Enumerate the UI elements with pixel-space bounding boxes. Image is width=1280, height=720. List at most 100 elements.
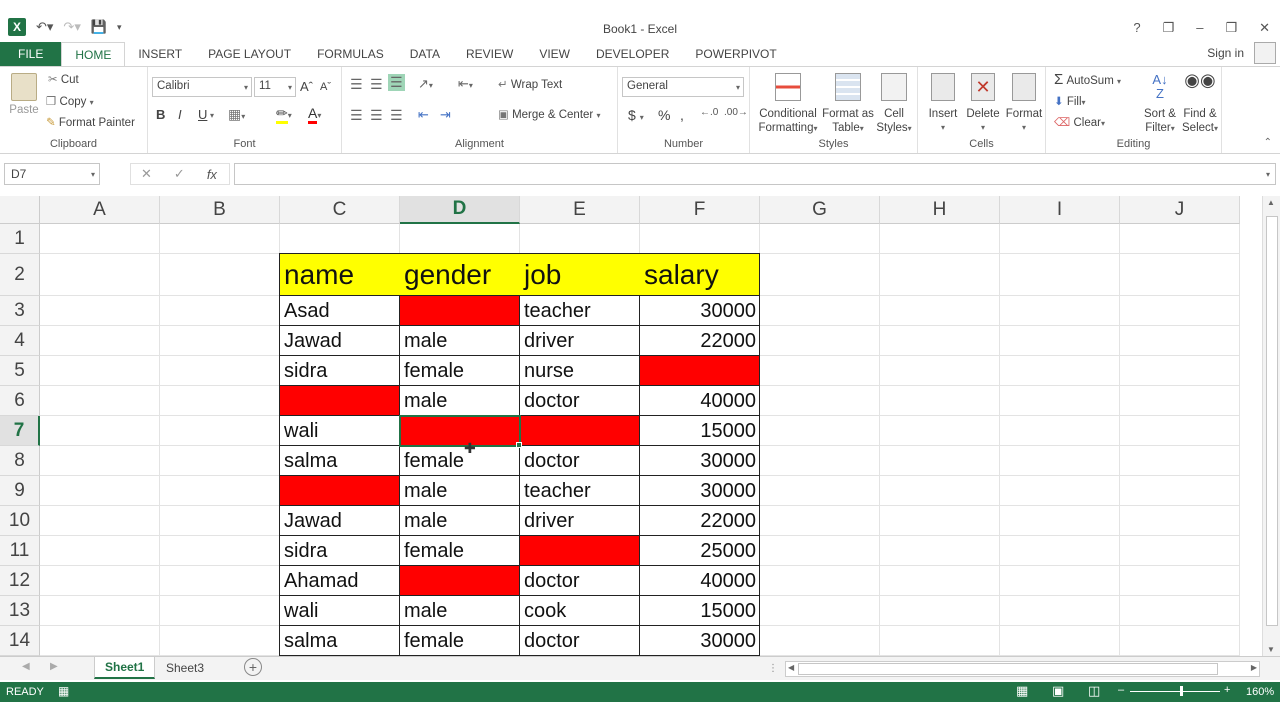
orientation-icon[interactable]: ↗▾	[418, 76, 433, 92]
row-header-11[interactable]: 11	[0, 536, 40, 566]
active-cell-selection[interactable]	[399, 415, 521, 447]
expand-formula-bar-icon[interactable]: ▾	[1266, 170, 1270, 179]
sign-in-link[interactable]: Sign in	[1207, 46, 1244, 60]
italic-button[interactable]: I	[178, 107, 182, 122]
font-size-dropdown[interactable]: 11 ▾	[254, 77, 296, 97]
number-format-dropdown[interactable]: General ▾	[622, 77, 744, 97]
merge-center-button[interactable]: ▣ Merge & Center ▾	[498, 107, 600, 121]
page-layout-view-icon[interactable]: ▣	[1052, 683, 1064, 699]
paste-button[interactable]: Paste	[8, 73, 40, 116]
worksheet-grid[interactable]: A B C D E F G H I J 1 2 3 4 5 6 7 8 9 10 11 12 13 14 name gender j…	[0, 196, 1280, 656]
underline-button[interactable]: U	[198, 107, 207, 122]
row-header-3[interactable]: 3	[0, 296, 40, 326]
row-header-1[interactable]: 1	[0, 224, 40, 254]
format-cells-button[interactable]: Format ▾	[1004, 73, 1044, 135]
percent-button[interactable]: %	[658, 107, 670, 123]
zoom-in-icon[interactable]: +	[1224, 684, 1230, 696]
macro-record-icon[interactable]: ▦	[58, 684, 69, 698]
fill-button[interactable]: ⬇ Fill▾	[1054, 94, 1086, 108]
tab-view[interactable]: VIEW	[526, 42, 583, 66]
decrease-decimal-icon[interactable]: .00→	[724, 107, 748, 118]
zoom-slider-thumb[interactable]	[1180, 686, 1183, 696]
ribbon-display-options-button[interactable]: ❐	[1163, 20, 1175, 36]
cut-button[interactable]: ✂ Cut	[48, 72, 79, 86]
vertical-scrollbar[interactable]: ▲ ▼	[1262, 196, 1280, 656]
restore-button[interactable]: ❒	[1225, 20, 1237, 36]
sheet-tab-sheet1[interactable]: Sheet1	[94, 657, 156, 679]
align-center-icon[interactable]: ☰	[370, 107, 383, 124]
column-header-h[interactable]: H	[880, 196, 1000, 224]
scroll-left-icon[interactable]: ◀	[788, 663, 794, 672]
row-header-5[interactable]: 5	[0, 356, 40, 386]
enter-icon[interactable]: ✓	[174, 166, 185, 182]
row-header-13[interactable]: 13	[0, 596, 40, 626]
tab-data[interactable]: DATA	[397, 42, 453, 66]
column-header-f[interactable]: F	[640, 196, 760, 224]
conditional-formatting-button[interactable]: Conditional Formatting▾	[756, 73, 820, 136]
row-header-2[interactable]: 2	[0, 254, 40, 296]
borders-icon[interactable]: ▦▾	[228, 106, 245, 123]
avatar[interactable]	[1254, 42, 1276, 64]
find-select-button[interactable]: ◉◉ Find & Select▾	[1180, 71, 1220, 136]
middle-align-icon[interactable]: ☰	[370, 76, 383, 93]
select-all-button[interactable]	[0, 196, 40, 224]
text-direction-icon[interactable]: ⇤▾	[458, 76, 473, 92]
normal-view-icon[interactable]: ▦	[1016, 683, 1028, 699]
row-header-8[interactable]: 8	[0, 446, 40, 476]
name-box[interactable]: D7 ▾	[4, 163, 100, 185]
new-sheet-icon[interactable]: +	[244, 658, 262, 676]
row-header-14[interactable]: 14	[0, 626, 40, 656]
fill-handle[interactable]	[516, 442, 522, 448]
bold-button[interactable]: B	[156, 107, 165, 122]
collapse-ribbon-icon[interactable]: ⌃	[1264, 137, 1272, 148]
row-header-6[interactable]: 6	[0, 386, 40, 416]
clear-button[interactable]: ⌫ Clear▾	[1054, 115, 1105, 129]
page-break-view-icon[interactable]: ◫	[1088, 683, 1100, 699]
delete-cells-button[interactable]: ✕ Delete ▾	[964, 73, 1002, 135]
bottom-align-icon[interactable]: ☰	[388, 74, 405, 91]
wrap-text-button[interactable]: ↵ Wrap Text	[498, 77, 562, 91]
increase-decimal-icon[interactable]: ←.0	[700, 107, 718, 118]
tab-developer[interactable]: DEVELOPER	[583, 42, 682, 66]
help-button[interactable]: ?	[1133, 20, 1140, 36]
sort-filter-button[interactable]: A↓ Z Sort & Filter▾	[1140, 73, 1180, 136]
horizontal-scroll-thumb[interactable]	[798, 663, 1218, 675]
minimize-button[interactable]: –	[1196, 20, 1203, 36]
cancel-icon[interactable]: ✕	[141, 166, 152, 182]
zoom-slider[interactable]	[1130, 686, 1220, 696]
insert-function-icon[interactable]: fx	[207, 167, 217, 182]
top-align-icon[interactable]: ☰	[350, 76, 363, 93]
decrease-indent-icon[interactable]: ⇤	[418, 107, 429, 123]
tab-review[interactable]: REVIEW	[453, 42, 526, 66]
formula-input[interactable]	[234, 163, 1276, 185]
fill-color-icon[interactable]: ✏▾	[276, 105, 292, 124]
horizontal-scrollbar[interactable]: ◀ ▶	[785, 661, 1260, 677]
row-header-12[interactable]: 12	[0, 566, 40, 596]
underline-dropdown-icon[interactable]: ▾	[210, 109, 214, 121]
next-sheet-icon[interactable]: ▶	[50, 661, 58, 672]
tab-home[interactable]: HOME	[61, 42, 126, 66]
tab-page-layout[interactable]: PAGE LAYOUT	[195, 42, 304, 66]
currency-button[interactable]: $ ▾	[628, 107, 644, 123]
prev-sheet-icon[interactable]: ◀	[22, 661, 30, 672]
format-as-table-button[interactable]: Format as Table▾	[822, 73, 874, 136]
sheet-tab-sheet3[interactable]: Sheet3	[156, 657, 214, 679]
autosum-button[interactable]: Σ AutoSum ▾	[1054, 71, 1121, 88]
scroll-down-icon[interactable]: ▼	[1267, 645, 1275, 654]
row-header-4[interactable]: 4	[0, 326, 40, 356]
tab-insert[interactable]: INSERT	[125, 42, 195, 66]
format-painter-button[interactable]: ✎ Format Painter	[46, 115, 135, 129]
align-left-icon[interactable]: ☰	[350, 107, 363, 124]
column-header-a[interactable]: A	[40, 196, 160, 224]
row-header-10[interactable]: 10	[0, 506, 40, 536]
column-header-j[interactable]: J	[1120, 196, 1240, 224]
scroll-right-icon[interactable]: ▶	[1251, 663, 1257, 672]
font-name-dropdown[interactable]: Calibri ▾	[152, 77, 252, 97]
column-header-e[interactable]: E	[520, 196, 640, 224]
column-header-i[interactable]: I	[1000, 196, 1120, 224]
grow-font-icon[interactable]: Aˆ	[300, 79, 313, 94]
comma-button[interactable]: ,	[680, 107, 684, 123]
row-header-9[interactable]: 9	[0, 476, 40, 506]
increase-indent-icon[interactable]: ⇥	[440, 107, 451, 123]
insert-cells-button[interactable]: Insert ▾	[924, 73, 962, 135]
